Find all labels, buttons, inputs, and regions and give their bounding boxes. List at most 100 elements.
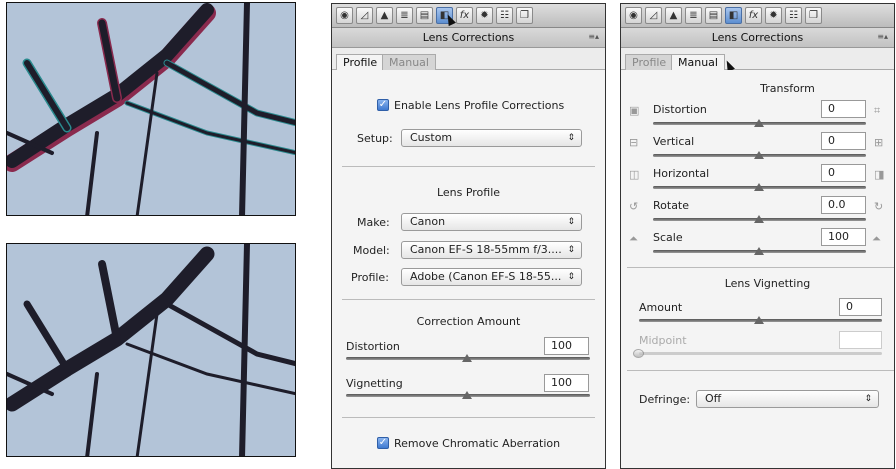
vertical-field[interactable]: 0	[821, 132, 866, 150]
horizontal-right-icon: ◨	[874, 168, 885, 181]
presets-icon[interactable]: ☷	[496, 7, 513, 24]
model-label: Model:	[353, 244, 390, 257]
hsl-icon[interactable]: ≣	[396, 7, 413, 24]
camera-calibration-icon[interactable]: ✹	[765, 7, 782, 24]
profile-value: Adobe (Canon EF-S 18-55...	[410, 270, 562, 283]
fx-icon[interactable]: fx	[745, 7, 762, 24]
detail-icon[interactable]: ▲	[376, 7, 393, 24]
lens-vignetting-heading: Lens Vignetting	[724, 277, 811, 290]
scale-field[interactable]: 100	[821, 228, 866, 246]
model-value: Canon EF-S 18-55mm f/3....	[410, 243, 562, 256]
horizontal-field[interactable]: 0	[821, 164, 866, 182]
amount-field[interactable]: 0	[839, 298, 882, 316]
divider	[342, 166, 595, 167]
distortion-left-icon: ▣	[629, 104, 640, 117]
split-tone-icon[interactable]: ▤	[705, 7, 722, 24]
chevron-updown-icon: ⇕	[567, 133, 575, 143]
scale-slider-thumb[interactable]	[754, 247, 764, 255]
manual-tab-content: Transform ▣ Distortion 0 ⌗ ⊟ Vertical 0 …	[621, 70, 894, 468]
remove-ca-label: Remove Chromatic Aberration	[394, 437, 561, 450]
tab-manual[interactable]: Manual	[671, 54, 725, 71]
setup-select[interactable]: Custom ⇕	[401, 129, 582, 147]
distortion-field[interactable]: 0	[821, 100, 866, 118]
distortion-right-icon: ⌗	[874, 104, 881, 117]
divider	[342, 299, 595, 300]
aperture-icon[interactable]: ◉	[336, 7, 353, 24]
vertical-label: Vertical	[653, 135, 695, 148]
scale-left-icon: ⏶	[629, 232, 638, 245]
presets-icon[interactable]: ☷	[785, 7, 802, 24]
vignetting-field[interactable]: 100	[544, 374, 589, 392]
vertical-left-icon: ⊟	[629, 136, 639, 149]
vertical-right-icon: ⊞	[874, 136, 884, 149]
tab-profile[interactable]: Profile	[336, 54, 385, 71]
lens-corrections-manual-panel: ◉ ◿ ▲ ≣ ▤ ◧ fx ✹ ☷ ❐ Lens Corrections ≡▴…	[620, 3, 895, 469]
defringe-value: Off	[705, 392, 722, 405]
fx-icon[interactable]: fx	[456, 7, 473, 24]
rotate-label: Rotate	[653, 199, 690, 212]
horizontal-label: Horizontal	[653, 167, 710, 180]
make-value: Canon	[410, 215, 446, 228]
chevron-updown-icon: ⇕	[567, 217, 575, 227]
vertical-slider-thumb[interactable]	[754, 151, 764, 159]
panel-toolbar: ◉ ◿ ▲ ≣ ▤ ◧ fx ✹ ☷ ❐	[621, 4, 894, 28]
defringe-label: Defringe:	[639, 393, 691, 406]
rotate-slider-thumb[interactable]	[754, 215, 764, 223]
tab-bar: Profile Manual	[621, 48, 894, 73]
tab-profile[interactable]: Profile	[625, 54, 674, 70]
lens-corrections-profile-panel: ◉ ◿ ▲ ≣ ▤ ◧ fx ✹ ☷ ❐ Lens Corrections ≡▴…	[331, 3, 606, 469]
detail-icon[interactable]: ▲	[665, 7, 682, 24]
correction-amount-heading: Correction Amount	[416, 315, 521, 328]
vignetting-slider-thumb[interactable]	[462, 391, 472, 399]
chevron-updown-icon: ⇕	[567, 272, 575, 282]
setup-value: Custom	[410, 131, 453, 144]
snapshots-icon[interactable]: ❐	[516, 7, 533, 24]
panel-toolbar: ◉ ◿ ▲ ≣ ▤ ◧ fx ✹ ☷ ❐	[332, 4, 605, 28]
enable-profile-checkbox[interactable]: ✓	[377, 99, 389, 111]
branches-with-fringing-image	[7, 3, 295, 215]
profile-label: Profile:	[351, 271, 389, 284]
midpoint-slider-thumb	[633, 349, 644, 358]
amount-slider-thumb[interactable]	[754, 316, 764, 324]
divider	[627, 370, 894, 371]
rotate-field[interactable]: 0.0	[821, 196, 866, 214]
make-label: Make:	[357, 216, 390, 229]
rotate-left-icon: ↺	[629, 200, 639, 213]
rotate-right-icon: ↻	[874, 200, 884, 213]
lens-icon[interactable]: ◧	[725, 7, 742, 24]
distortion-slider-thumb[interactable]	[462, 354, 472, 362]
tone-curve-icon[interactable]: ◿	[645, 7, 662, 24]
panel-menu-icon[interactable]: ≡▴	[588, 32, 599, 41]
divider	[627, 267, 894, 268]
profile-select[interactable]: Adobe (Canon EF-S 18-55... ⇕	[401, 268, 582, 286]
hsl-icon[interactable]: ≣	[685, 7, 702, 24]
split-tone-icon[interactable]: ▤	[416, 7, 433, 24]
panel-title: Lens Corrections	[332, 28, 605, 48]
panel-menu-icon[interactable]: ≡▴	[877, 32, 888, 41]
vignetting-label: Vignetting	[346, 377, 403, 390]
chevron-updown-icon: ⇕	[864, 394, 872, 404]
tone-curve-icon[interactable]: ◿	[356, 7, 373, 24]
model-select[interactable]: Canon EF-S 18-55mm f/3.... ⇕	[401, 241, 582, 259]
aperture-icon[interactable]: ◉	[625, 7, 642, 24]
after-zoom-crop	[6, 243, 296, 457]
tab-manual[interactable]: Manual	[382, 54, 436, 70]
distortion-field[interactable]: 100	[544, 337, 589, 355]
make-select[interactable]: Canon ⇕	[401, 213, 582, 231]
setup-label: Setup:	[357, 132, 393, 145]
branches-corrected-image	[7, 244, 295, 456]
enable-profile-label: Enable Lens Profile Corrections	[394, 99, 565, 112]
scale-label: Scale	[653, 231, 683, 244]
divider	[342, 417, 595, 418]
remove-ca-checkbox[interactable]: ✓	[377, 437, 389, 449]
transform-heading: Transform	[760, 82, 815, 95]
defringe-select[interactable]: Off ⇕	[696, 390, 879, 408]
snapshots-icon[interactable]: ❐	[805, 7, 822, 24]
midpoint-field	[839, 331, 882, 349]
distortion-slider-thumb[interactable]	[754, 119, 764, 127]
camera-calibration-icon[interactable]: ✹	[476, 7, 493, 24]
scale-right-icon: ⏶	[872, 232, 881, 245]
midpoint-label: Midpoint	[639, 334, 687, 347]
horizontal-slider-thumb[interactable]	[754, 183, 764, 191]
distortion-label: Distortion	[346, 340, 400, 353]
